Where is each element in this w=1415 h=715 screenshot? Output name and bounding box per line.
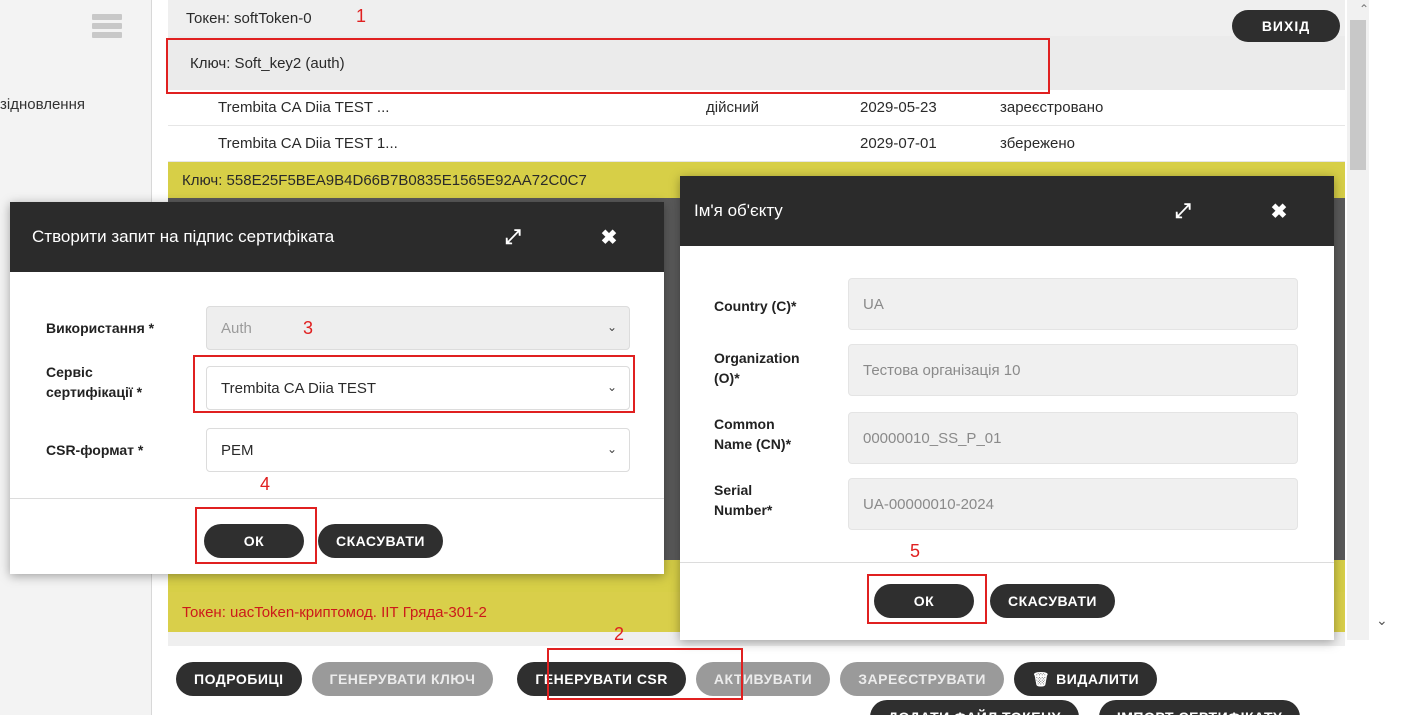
register-button[interactable]: ЗАРЕЄСТРУВАТИ [840, 662, 1004, 696]
org-label: Organization (O)* [714, 348, 800, 388]
subject-dialog: Ім'я об'єкту ⤢ ✖ Country (C)* UA Organiz… [680, 176, 1334, 640]
format-value: PEM [221, 441, 254, 459]
delete-button[interactable]: 🗑 ВИДАЛИТИ [1013, 662, 1158, 696]
cert-status: зареєстровано [1000, 99, 1104, 116]
token-name: Токен: softToken-0 [186, 9, 312, 27]
cert-row[interactable]: Trembita CA Diia TEST 1... 2029-07-01 зб… [168, 126, 1345, 162]
add-token-file-button[interactable]: ДОДАТИ ФАЙЛ ТОКЕНУ [870, 700, 1079, 715]
dialog-footer [680, 562, 1334, 563]
annotation-box-1 [166, 38, 1050, 94]
usage-label: Використання * [46, 320, 155, 336]
serial-number-field[interactable]: UA-00000010-2024 [848, 478, 1298, 530]
dialog-footer [10, 498, 664, 499]
ca-label-line: Сервіс [46, 364, 93, 380]
scroll-thumb[interactable] [1350, 20, 1366, 170]
org-label-line: (O)* [714, 370, 740, 386]
serial-label: Serial Number* [714, 480, 772, 520]
annotation-box-2 [547, 648, 743, 700]
cert-date: 2029-07-01 [860, 135, 937, 152]
annotation-box-3 [193, 355, 635, 413]
expand-icon[interactable]: ⤢ [1158, 176, 1208, 246]
usage-select: Auth ⌄ [206, 306, 630, 350]
generate-key-button[interactable]: ГЕНЕРУВАТИ КЛЮЧ [311, 662, 494, 696]
cert-status: збережено [1000, 135, 1075, 152]
cancel-button[interactable]: СКАСУВАТИ [990, 584, 1115, 618]
cert-row[interactable]: Trembita CA Diia TEST ... дійсний 2029-0… [168, 90, 1345, 126]
chevron-down-icon[interactable]: ⌄ [1376, 612, 1388, 629]
token-row-soft[interactable]: Токен: softToken-0 [168, 0, 1345, 36]
details-button[interactable]: ПОДРОБИЦІ [176, 662, 302, 696]
country-label: Country (C)* [714, 298, 797, 314]
common-name-value: 00000010_SS_P_01 [863, 429, 1002, 447]
serial-label-line: Number* [714, 502, 773, 518]
org-label-line: Organization [714, 350, 800, 366]
country-value: UA [863, 295, 884, 313]
chevron-down-icon: ⌄ [606, 320, 617, 334]
ca-label-line: сертифікації * [46, 384, 143, 400]
serial-label-line: Serial [714, 482, 753, 498]
scrollbar[interactable] [1347, 0, 1369, 640]
cn-label-line: Common [714, 416, 775, 432]
close-icon[interactable]: ✖ [584, 202, 634, 272]
format-select[interactable]: PEM ⌄ [206, 428, 630, 472]
ca-label: Сервіс сертифікації * [46, 362, 142, 402]
annotation-number: 4 [260, 474, 271, 494]
cn-label-line: Name (CN)* [714, 436, 792, 452]
token-name: Токен: uacToken-криптомод. ІІТ Гряда-301… [182, 603, 487, 621]
common-name-field[interactable]: 00000010_SS_P_01 [848, 412, 1298, 464]
server-icon[interactable] [92, 14, 122, 38]
annotation-number: 1 [356, 6, 367, 26]
sidebar-item-restore[interactable]: зідновлення [0, 96, 85, 113]
exit-button[interactable]: ВИХІД [1232, 10, 1340, 42]
dialog-title: Створити запит на підпис сертифіката [32, 227, 335, 246]
expand-icon[interactable]: ⤢ [488, 202, 538, 272]
country-field[interactable]: UA [848, 278, 1298, 330]
dialog-header: Ім'я об'єкту ⤢ ✖ [680, 176, 1334, 246]
serial-number-value: UA-00000010-2024 [863, 495, 994, 513]
cancel-button[interactable]: СКАСУВАТИ [318, 524, 443, 558]
cert-date: 2029-05-23 [860, 99, 937, 116]
secondary-toolbar: ДОДАТИ ФАЙЛ ТОКЕНУ ІМПОРТ СЕРТИФІКАТУ [870, 700, 1301, 715]
annotation-number: 5 [910, 541, 921, 561]
annotation-number: 2 [614, 624, 625, 644]
annotation-box-5 [867, 574, 987, 624]
organization-field[interactable]: Тестова організація 10 [848, 344, 1298, 396]
delete-label: ВИДАЛИТИ [1056, 671, 1140, 687]
cert-name: Trembita CA Diia TEST 1... [218, 135, 398, 152]
trash-icon: 🗑 [1031, 670, 1051, 687]
chevron-up-icon[interactable]: ⌃ [1359, 2, 1369, 16]
close-icon[interactable]: ✖ [1254, 176, 1304, 246]
annotation-box-4 [195, 507, 317, 564]
cert-state: дійсний [706, 99, 760, 116]
import-certificate-button[interactable]: ІМПОРТ СЕРТИФІКАТУ [1098, 700, 1301, 715]
dialog-header: Створити запит на підпис сертифіката ⤢ ✖ [10, 202, 664, 272]
cert-name: Trembita CA Diia TEST ... [218, 99, 390, 116]
chevron-down-icon: ⌄ [606, 442, 617, 456]
dialog-title: Ім'я об'єкту [694, 201, 783, 220]
cn-label: Common Name (CN)* [714, 414, 791, 454]
organization-value: Тестова організація 10 [863, 361, 1021, 379]
usage-value: Auth [221, 319, 252, 337]
key-name: Ключ: 558E25F5BEA9B4D66B7B0835E1565E92AA… [182, 171, 587, 189]
format-label: CSR-формат * [46, 442, 144, 458]
annotation-number: 3 [303, 318, 314, 338]
